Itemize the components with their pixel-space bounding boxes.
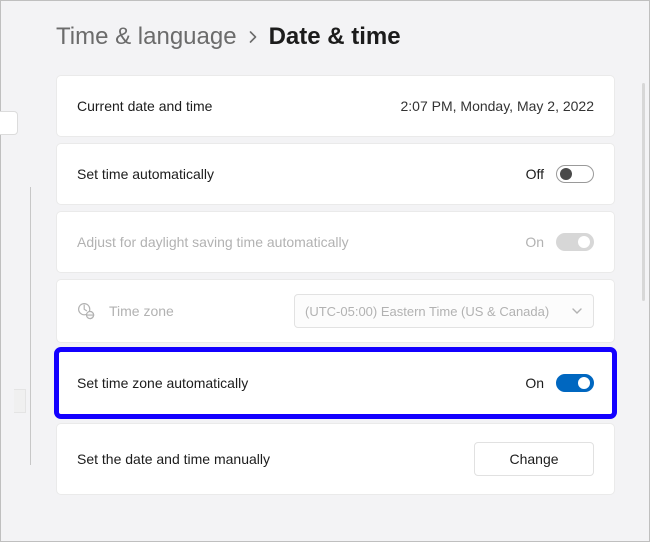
breadcrumb: Time & language Date & time — [56, 23, 615, 51]
time-zone-dropdown: (UTC-05:00) Eastern Time (US & Canada) — [294, 294, 594, 328]
set-time-auto-card: Set time automatically Off — [56, 143, 615, 205]
stray-cropped-block — [14, 389, 26, 413]
scrollbar-thumb[interactable] — [642, 83, 645, 301]
set-manual-card: Set the date and time manually Change — [56, 423, 615, 495]
breadcrumb-parent[interactable]: Time & language — [56, 23, 237, 51]
globe-clock-icon — [77, 302, 95, 320]
stray-cropped-sidebar-line — [30, 187, 31, 465]
daylight-saving-label: Adjust for daylight saving time automati… — [77, 234, 349, 250]
set-time-auto-toggle[interactable] — [556, 165, 594, 183]
daylight-saving-state: On — [525, 234, 544, 250]
chevron-right-icon — [247, 27, 259, 48]
current-date-time-card: Current date and time 2:07 PM, Monday, M… — [56, 75, 615, 137]
set-time-auto-state: Off — [526, 166, 544, 182]
set-time-auto-label: Set time automatically — [77, 166, 214, 182]
stray-cropped-tab — [0, 111, 18, 135]
time-zone-card: Time zone (UTC-05:00) Eastern Time (US &… — [56, 279, 615, 343]
settings-cards: Current date and time 2:07 PM, Monday, M… — [56, 75, 615, 495]
set-tz-auto-state: On — [525, 375, 544, 391]
breadcrumb-current: Date & time — [269, 23, 401, 51]
set-tz-auto-toggle[interactable] — [556, 374, 594, 392]
change-button[interactable]: Change — [474, 442, 594, 476]
set-manual-label: Set the date and time manually — [77, 451, 270, 467]
set-tz-auto-label: Set time zone automatically — [77, 375, 248, 391]
current-date-time-label: Current date and time — [77, 98, 212, 114]
current-date-time-value: 2:07 PM, Monday, May 2, 2022 — [400, 98, 594, 114]
time-zone-selected: (UTC-05:00) Eastern Time (US & Canada) — [305, 304, 549, 319]
time-zone-label: Time zone — [109, 303, 174, 319]
chevron-down-icon — [571, 305, 583, 317]
daylight-saving-card: Adjust for daylight saving time automati… — [56, 211, 615, 273]
set-tz-auto-card: Set time zone automatically On — [56, 349, 615, 417]
settings-page: Time & language Date & time Current date… — [1, 1, 649, 509]
daylight-saving-toggle — [556, 233, 594, 251]
